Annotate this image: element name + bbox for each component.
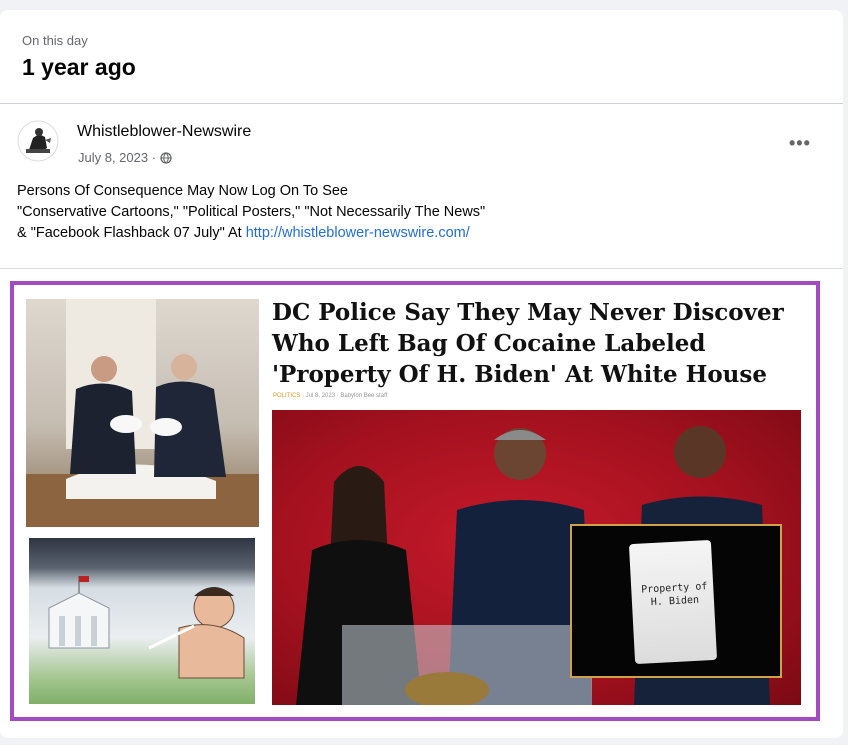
post-text-line: "Conservative Cartoons," "Political Post… (17, 204, 486, 220)
divider (0, 103, 843, 104)
photo-press-conference: Property of H. Biden (272, 410, 801, 705)
bag-label: Property of H. Biden (640, 581, 708, 609)
memory-title: 1 year ago (22, 54, 136, 80)
bag-graphic: Property of H. Biden (628, 539, 718, 665)
byline-tag: POLITICS (273, 393, 301, 399)
cartoon-white-house (29, 538, 255, 704)
post-text: Persons Of Consequence May Now Log On To… (17, 181, 817, 244)
memory-card: On this day 1 year ago Whistleblower-New… (0, 10, 843, 738)
photo-men-at-table (26, 299, 259, 527)
more-options-button[interactable]: ••• (789, 133, 811, 154)
post-link[interactable]: http://whistleblower-newswire.com/ (246, 225, 470, 241)
byline-rest: · Jul 8, 2023 · Babylon Bee staff (302, 393, 388, 399)
article-byline: POLITICS · Jul 8, 2023 · Babylon Bee sta… (273, 393, 387, 399)
inset-evidence-photo: Property of H. Biden (570, 524, 782, 678)
page-name-link[interactable]: Whistleblower-Newswire (77, 123, 251, 141)
article-headline: DC Police Say They May Never Discover Wh… (272, 299, 784, 388)
page-avatar[interactable] (17, 120, 59, 162)
post-text-line: Persons Of Consequence May Now Log On To… (17, 183, 349, 199)
divider (0, 268, 843, 269)
post-date-text: July 8, 2023 (78, 150, 149, 165)
post-timestamp[interactable]: July 8, 2023 · (78, 150, 172, 165)
post-text-line: & "Facebook Flashback 07 July" At http:/… (17, 223, 817, 244)
globe-icon (160, 152, 172, 164)
post-image[interactable]: DC Police Say They May Never Discover Wh… (10, 281, 820, 721)
memory-label: On this day (22, 33, 88, 48)
post-text-segment: & "Facebook Flashback 07 July" At (17, 225, 246, 241)
